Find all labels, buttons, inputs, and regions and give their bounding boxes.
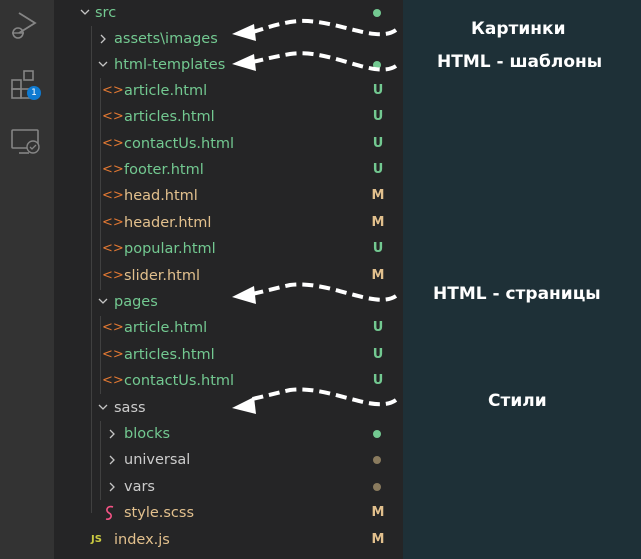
arrow-styles	[251, 387, 398, 407]
annotation-pages: HTML - страницы	[433, 284, 601, 304]
arrow-pages	[251, 282, 398, 302]
arrow-head	[232, 286, 256, 304]
arrow-images	[251, 18, 398, 37]
annotation-images: Картинки	[471, 19, 566, 39]
arrow-head	[232, 397, 256, 414]
arrow-templates	[251, 51, 398, 72]
annotation-styles: Стили	[488, 391, 547, 411]
annotation-arrows	[232, 18, 398, 414]
annotation-templates: HTML - шаблоны	[437, 52, 603, 72]
arrow-head	[232, 54, 256, 71]
arrow-head	[232, 24, 256, 41]
